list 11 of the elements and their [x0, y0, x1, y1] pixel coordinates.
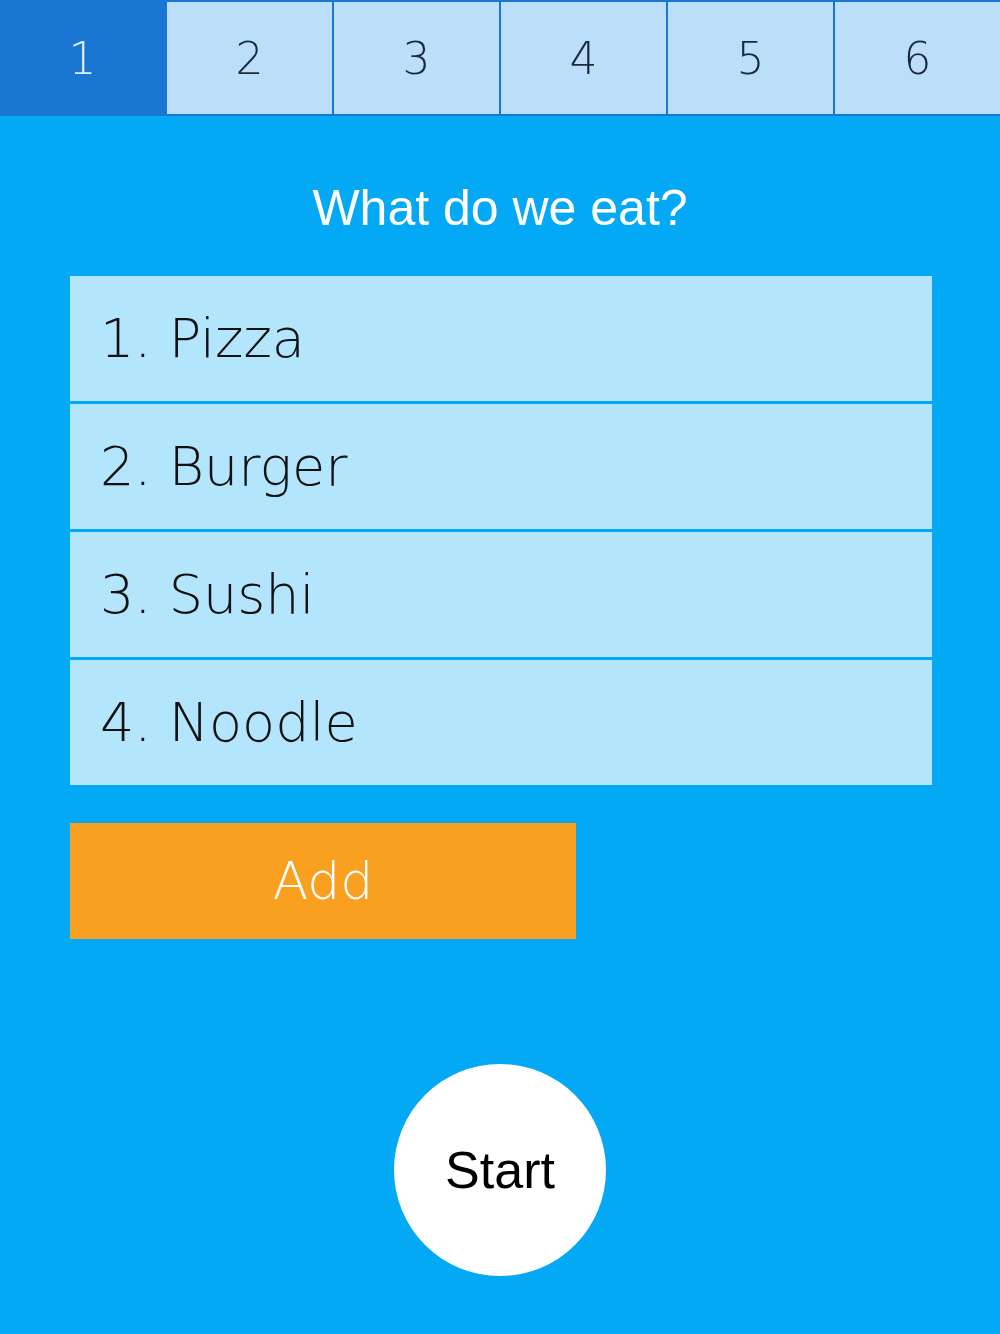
list-item[interactable]: 3. Sushi: [70, 532, 932, 657]
tab[interactable]: 3: [334, 2, 499, 114]
list-item[interactable]: 1. Pizza: [70, 276, 932, 401]
list-item[interactable]: 2. Burger: [70, 404, 932, 529]
tab[interactable]: 6: [835, 2, 1000, 114]
tab[interactable]: 4: [501, 2, 666, 114]
tab[interactable]: 2: [167, 2, 332, 114]
start-button[interactable]: Start: [394, 1064, 606, 1276]
list-item[interactable]: 4. Noodle: [70, 660, 932, 785]
page-title: What do we eat?: [311, 179, 689, 238]
tab[interactable]: 5: [668, 2, 833, 114]
